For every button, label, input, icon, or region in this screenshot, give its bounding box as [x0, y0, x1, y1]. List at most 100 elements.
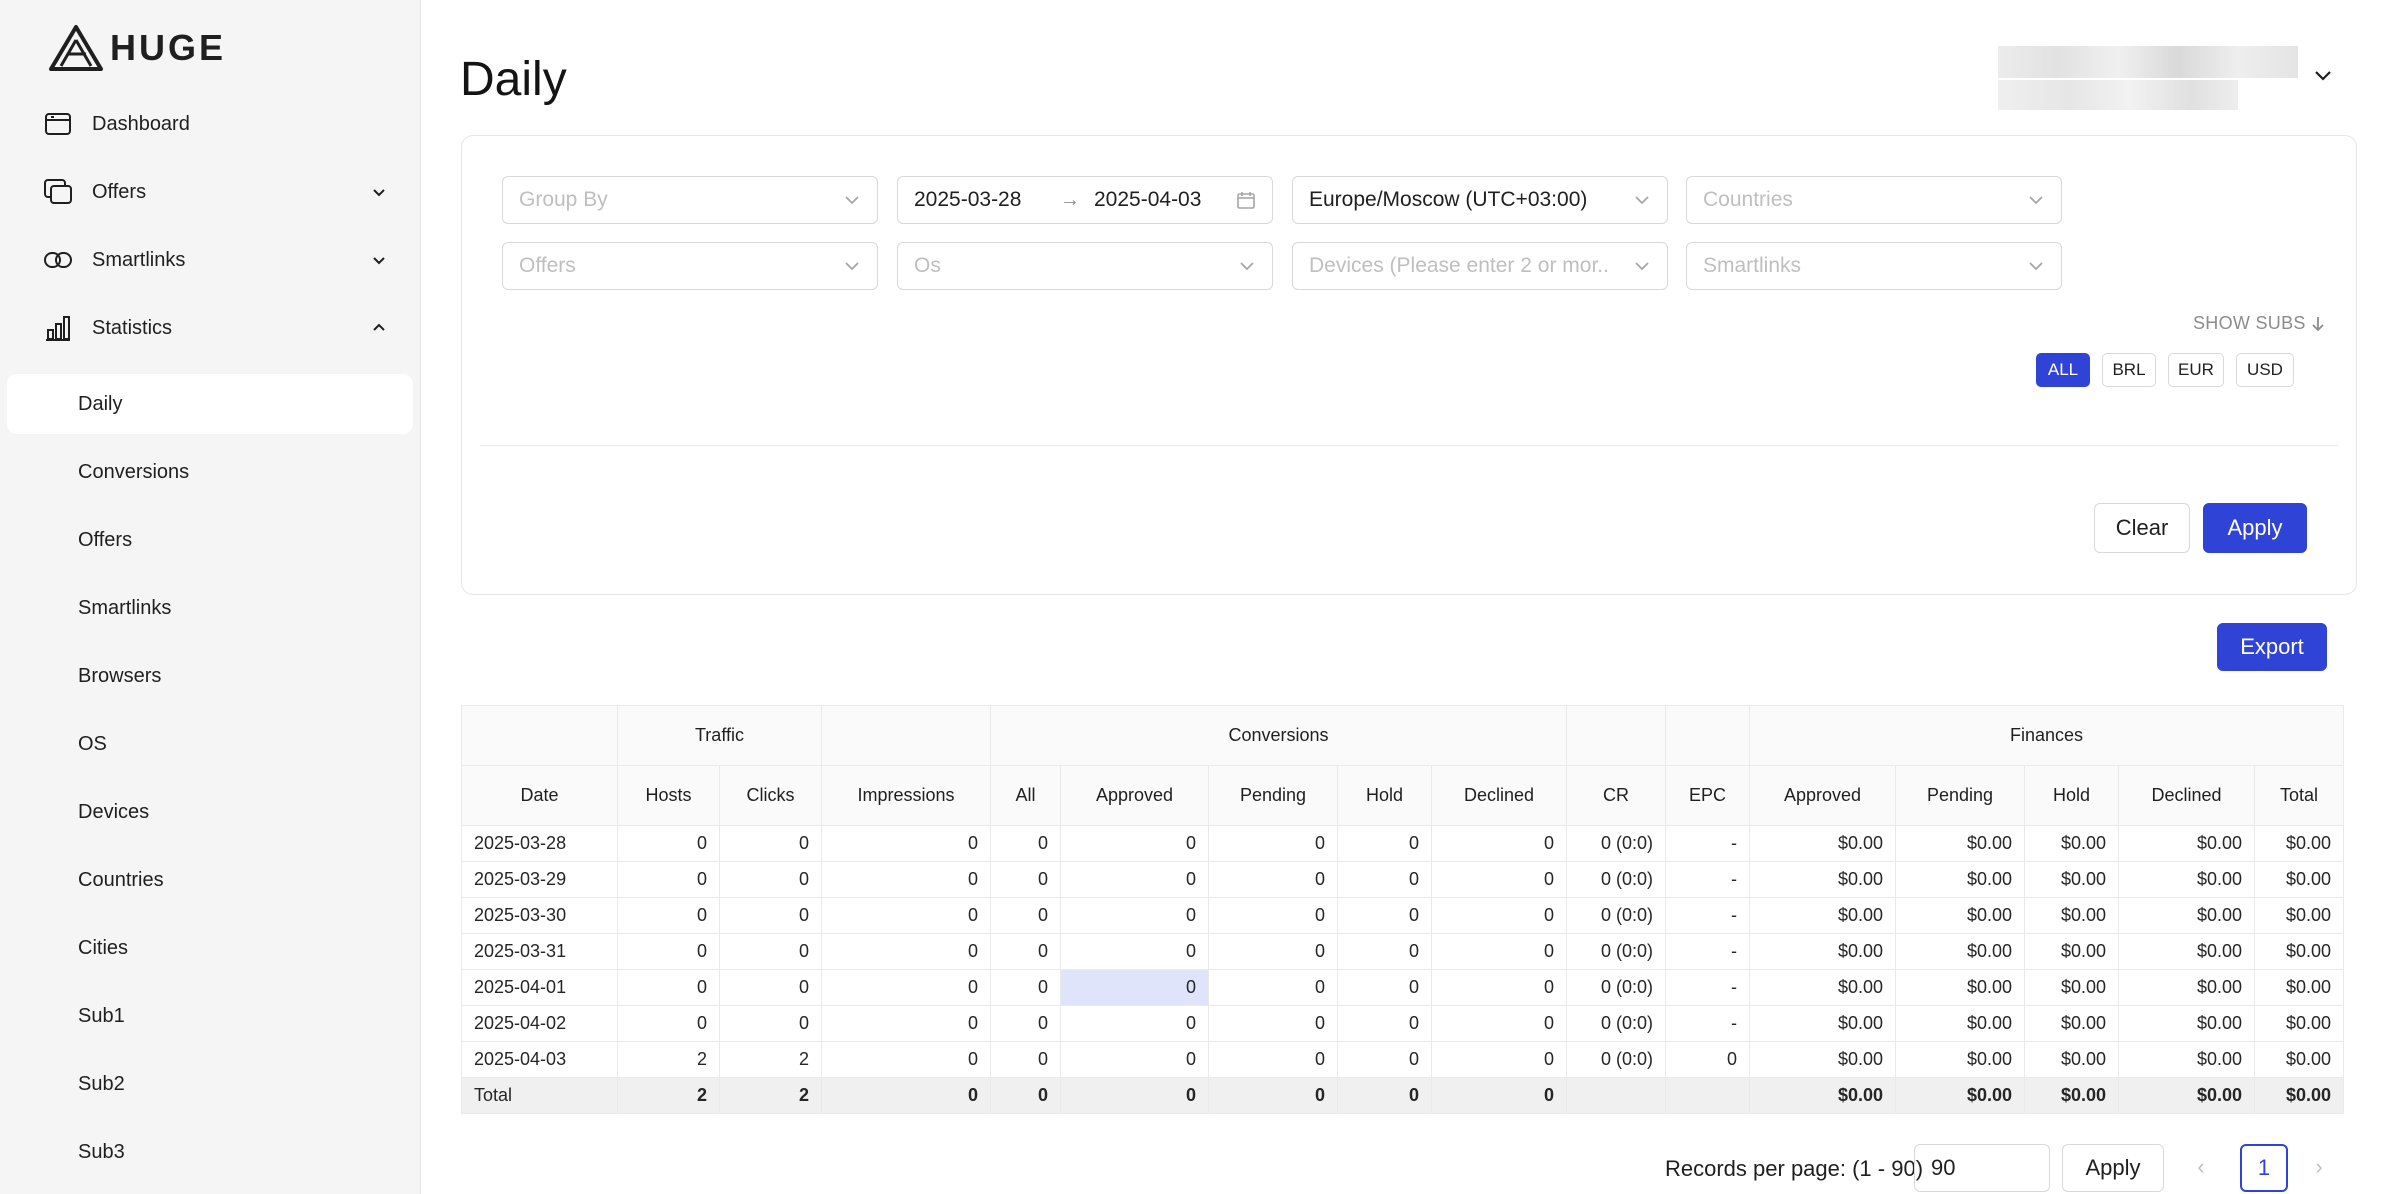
timezone-select[interactable]: Europe/Moscow (UTC+03:00) — [1292, 176, 1668, 224]
table-cell: 0 (0:0) — [1566, 1005, 1666, 1042]
logo[interactable]: HUGE — [48, 24, 226, 72]
chevron-down-icon — [2029, 262, 2043, 271]
total-cell: Total — [461, 1077, 618, 1114]
user-account-blurred[interactable] — [1998, 46, 2308, 110]
table-cell: 0 — [821, 1005, 991, 1042]
chevron-down-icon[interactable] — [370, 183, 388, 201]
sidebar-item-dashboard[interactable]: Dashboard — [0, 92, 421, 156]
column-header[interactable]: Pending — [1895, 765, 2025, 826]
table-cell: $0.00 — [2254, 1041, 2344, 1078]
sidebar-subitem-devices[interactable]: Devices — [0, 782, 421, 842]
table-cell: $0.00 — [1895, 825, 2025, 862]
chevron-up-icon[interactable] — [370, 319, 388, 337]
currency-brl-button[interactable]: BRL — [2102, 353, 2156, 387]
sidebar-item-statistics[interactable]: Statistics — [0, 296, 421, 360]
column-header[interactable]: Hold — [1337, 765, 1432, 826]
records-per-page-input[interactable]: 90 — [1914, 1144, 2050, 1192]
table-cell: 0 (0:0) — [1566, 1041, 1666, 1078]
finances-group-header: Finances — [1749, 705, 2344, 766]
column-header[interactable]: Declined — [1431, 765, 1567, 826]
table-cell: 2025-04-03 — [461, 1041, 618, 1078]
sidebar-subitem-sub2[interactable]: Sub2 — [0, 1054, 421, 1114]
page-number-1[interactable]: 1 — [2240, 1144, 2288, 1192]
column-header[interactable]: Hold — [2024, 765, 2119, 826]
table-cell: 0 — [1060, 969, 1209, 1006]
total-cell: 0 — [1337, 1077, 1432, 1114]
date-to[interactable]: 2025-04-03 — [1094, 188, 1201, 212]
divider — [480, 445, 2338, 446]
table-cell: 0 — [1431, 1005, 1567, 1042]
table-cell: 0 (0:0) — [1566, 969, 1666, 1006]
group-by-select[interactable]: Group By — [502, 176, 878, 224]
table-cell: $0.00 — [1895, 1041, 2025, 1078]
table-cell: $0.00 — [1749, 861, 1896, 898]
table-cell: $0.00 — [2118, 897, 2255, 934]
apply-filters-button[interactable]: Apply — [2203, 503, 2307, 553]
pagination-apply-button[interactable]: Apply — [2062, 1144, 2164, 1192]
currency-all-button[interactable]: ALL — [2036, 353, 2090, 387]
column-header[interactable]: Date — [461, 765, 618, 826]
currency-usd-button[interactable]: USD — [2236, 353, 2294, 387]
table-header-cell — [1566, 705, 1666, 766]
column-header[interactable]: Impressions — [821, 765, 991, 826]
sidebar-subitem-smartlinks[interactable]: Smartlinks — [0, 578, 421, 638]
table-cell: 0 — [1208, 933, 1338, 970]
column-header[interactable]: Pending — [1208, 765, 1338, 826]
table-cell: 0 — [1060, 825, 1209, 862]
table-cell: 0 — [1337, 1005, 1432, 1042]
chevron-down-icon[interactable] — [370, 251, 388, 269]
column-header[interactable]: CR — [1566, 765, 1666, 826]
chevron-down-icon[interactable] — [2312, 64, 2334, 86]
sidebar-subitem-sub1[interactable]: Sub1 — [0, 986, 421, 1046]
column-header[interactable]: Declined — [2118, 765, 2255, 826]
table-cell: $0.00 — [1749, 897, 1896, 934]
sidebar-subitem-os[interactable]: OS — [0, 714, 421, 774]
table-cell: 0 — [1337, 933, 1432, 970]
chevron-down-icon — [1635, 196, 1649, 205]
clear-button[interactable]: Clear — [2094, 503, 2190, 553]
date-range-picker[interactable]: 2025-03-28 → 2025-04-03 — [897, 176, 1273, 224]
sidebar-subitem-sub3[interactable]: Sub3 — [0, 1122, 421, 1182]
column-header[interactable]: EPC — [1665, 765, 1750, 826]
chevron-down-icon — [1635, 262, 1649, 271]
date-from[interactable]: 2025-03-28 — [914, 188, 1021, 212]
table-row: 2025-03-31 0 0 0 0 0 0 0 0 0 (0:0) - $0.00 $0.00 $0.0… — [461, 933, 2344, 970]
table-cell: 0 — [1208, 897, 1338, 934]
sidebar-subitem-label: Cities — [78, 936, 129, 959]
column-header[interactable]: Hosts — [617, 765, 720, 826]
devices-select[interactable]: Devices (Please enter 2 or mor... — [1292, 242, 1668, 290]
chevron-right-icon[interactable]: › — [2308, 1154, 2330, 1179]
sidebar-subitem-daily[interactable]: Daily — [7, 374, 413, 434]
sidebar-subitem-cities[interactable]: Cities — [0, 918, 421, 978]
column-header[interactable]: Clicks — [719, 765, 822, 826]
sidebar-subitem-browsers[interactable]: Browsers — [0, 646, 421, 706]
sidebar-subitem-offers[interactable]: Offers — [0, 510, 421, 570]
sidebar-subitem-conversions[interactable]: Conversions — [0, 442, 421, 502]
column-header[interactable]: All — [990, 765, 1061, 826]
table-cell: $0.00 — [2254, 897, 2344, 934]
group-by-placeholder: Group By — [519, 188, 608, 211]
smartlinks-select[interactable]: Smartlinks — [1686, 242, 2062, 290]
sidebar-item-smartlinks[interactable]: Smartlinks — [0, 228, 421, 292]
offers-select[interactable]: Offers — [502, 242, 878, 290]
table-cell: 0 — [1337, 861, 1432, 898]
traffic-group-header: Traffic — [617, 705, 822, 766]
sidebar-subitem-countries[interactable]: Countries — [0, 850, 421, 910]
currency-eur-button[interactable]: EUR — [2168, 353, 2224, 387]
table-row: 2025-04-03 2 2 0 0 0 0 0 0 0 (0:0) 0 $0.00 $0.00 $0.0… — [461, 1041, 2344, 1078]
sidebar-item-offers[interactable]: Offers — [0, 160, 421, 224]
table-cell: $0.00 — [2024, 1041, 2119, 1078]
os-select[interactable]: Os — [897, 242, 1273, 290]
countries-select[interactable]: Countries — [1686, 176, 2062, 224]
table-cell: 0 — [617, 1005, 720, 1042]
export-button[interactable]: Export — [2217, 623, 2327, 671]
show-subs-toggle[interactable]: SHOW SUBS — [2193, 313, 2326, 334]
column-header[interactable]: Approved — [1749, 765, 1896, 826]
table-cell: $0.00 — [2024, 1005, 2119, 1042]
chevron-left-icon[interactable]: ‹ — [2190, 1154, 2212, 1179]
table-cell: 2 — [719, 1041, 822, 1078]
column-header[interactable]: Approved — [1060, 765, 1209, 826]
column-header[interactable]: Total — [2254, 765, 2344, 826]
devices-placeholder: Devices (Please enter 2 or mor... — [1309, 254, 1609, 277]
page-title: Daily — [460, 53, 567, 106]
